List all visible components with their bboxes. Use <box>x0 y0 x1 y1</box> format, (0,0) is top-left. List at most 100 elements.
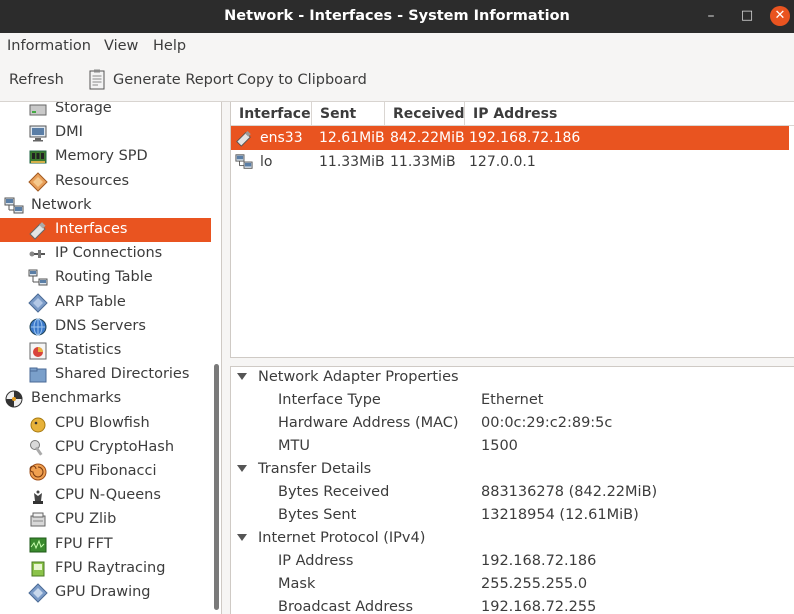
sidebar-item-label: Interfaces <box>55 221 128 237</box>
fft-icon <box>28 535 48 555</box>
sidebar-item-dns-servers[interactable]: DNS Servers <box>0 315 211 339</box>
column-received[interactable]: Received <box>385 102 465 126</box>
details-key: Interface Type <box>278 392 381 408</box>
zlib-icon <box>28 510 48 530</box>
sidebar-item-memory-spd[interactable]: Memory SPD <box>0 145 211 169</box>
details-value: 192.168.72.255 <box>481 599 597 614</box>
column-ip-address[interactable]: IP Address <box>465 102 794 126</box>
sidebar-item-label: GPU Drawing <box>55 584 151 600</box>
toolbar: Refresh Generate Report Copy to Clipboar… <box>0 61 794 102</box>
copy-to-clipboard-button[interactable]: Copy to Clipboard <box>237 72 367 88</box>
details-value: 1500 <box>481 438 518 454</box>
dns-servers-icon <box>28 317 48 337</box>
menu-view[interactable]: View <box>104 38 138 54</box>
sidebar-item-fpu-raytracing[interactable]: FPU Raytracing <box>0 557 211 581</box>
cell-ip-address: 192.168.72.186 <box>469 130 581 146</box>
sidebar-item-cpu-cryptohash[interactable]: CPU CryptoHash <box>0 436 211 460</box>
expander-arrow-icon[interactable] <box>237 534 247 541</box>
interface-icon <box>28 220 48 240</box>
sidebar-item-label: CPU Zlib <box>55 511 117 528</box>
sidebar-item-cpu-n-queens[interactable]: CPU N-Queens <box>0 484 211 508</box>
window-title: Network - Interfaces - System Informatio… <box>224 8 570 24</box>
menu-information[interactable]: Information <box>7 38 91 54</box>
title-bar[interactable]: Network - Interfaces - System Informatio… <box>0 0 794 33</box>
sidebar-item-label: CPU N-Queens <box>55 487 161 504</box>
raytracing-icon <box>28 559 48 579</box>
routing-table-icon <box>28 268 48 288</box>
sidebar-item-benchmarks[interactable]: Benchmarks <box>0 387 211 411</box>
cell-received: 11.33MiB <box>390 154 456 170</box>
details-row: IP Address 192.168.72.186 <box>231 551 794 574</box>
storage-icon <box>28 102 48 119</box>
sidebar-item-label: Network <box>31 196 92 213</box>
cell-sent: 12.61MiB <box>319 130 385 146</box>
sidebar-item-routing-table[interactable]: Routing Table <box>0 266 211 290</box>
close-button[interactable]: ✕ <box>770 6 790 26</box>
details-section-header[interactable]: Internet Protocol (IPv4) <box>231 528 794 551</box>
sidebar-scrollbar[interactable] <box>214 364 219 610</box>
details-key: Bytes Sent <box>278 507 357 523</box>
sidebar-item-cpu-zlib[interactable]: CPU Zlib <box>0 508 211 532</box>
column-interface[interactable]: Interface <box>231 102 312 126</box>
sidebar-item-label: FPU Raytracing <box>55 559 166 576</box>
details-key: Hardware Address (MAC) <box>278 415 459 431</box>
details-row: Hardware Address (MAC) 00:0c:29:c2:89:5c <box>231 413 794 436</box>
sidebar-item-label: Shared Directories <box>55 366 190 383</box>
dmi-icon <box>28 123 48 143</box>
network-icon <box>4 196 24 216</box>
ethernet-icon <box>235 129 253 147</box>
sidebar-item-label: Routing Table <box>55 269 153 286</box>
table-row[interactable]: ens33 12.61MiB 842.22MiB 192.168.72.186 <box>231 126 789 150</box>
sidebar-item-shared-directories[interactable]: Shared Directories <box>0 363 211 387</box>
details-section-header[interactable]: Transfer Details <box>231 459 794 482</box>
sidebar-item-label: Memory SPD <box>55 148 148 165</box>
interfaces-table[interactable]: Interface Sent Received IP Address ens33… <box>230 102 794 358</box>
sidebar-item-label: CPU Blowfish <box>55 414 150 431</box>
details-value: 13218954 (12.61MiB) <box>481 507 639 523</box>
sidebar-item-cpu-fibonacci[interactable]: CPU Fibonacci <box>0 460 211 484</box>
table-header: Interface Sent Received IP Address <box>231 102 794 126</box>
sidebar-item-statistics[interactable]: Statistics <box>0 339 211 363</box>
sidebar-item-label: Statistics <box>55 342 122 358</box>
details-section-header[interactable]: Network Adapter Properties <box>231 367 794 390</box>
minimize-button[interactable]: – <box>701 6 721 26</box>
arp-table-icon <box>28 292 48 313</box>
sidebar-item-label: CPU CryptoHash <box>55 438 175 455</box>
sidebar-item-arp-table[interactable]: ARP Table <box>0 291 211 315</box>
sidebar-item-fpu-fft[interactable]: FPU FFT <box>0 533 211 557</box>
details-section-title: Transfer Details <box>258 461 372 477</box>
sidebar-item-ip-connections[interactable]: IP Connections <box>0 242 211 266</box>
sidebar-item-storage[interactable]: Storage <box>0 102 211 121</box>
sidebar-tree[interactable]: Storage DMI Memory SPD Resources Network Inte… <box>0 102 222 614</box>
gpu-drawing-icon <box>28 583 48 603</box>
sidebar-item-label: ARP Table <box>55 293 126 310</box>
sidebar-item-label: DMI <box>55 124 83 141</box>
generate-report-button[interactable]: Generate Report <box>113 72 233 88</box>
nqueens-icon <box>28 486 48 506</box>
column-sent[interactable]: Sent <box>312 102 385 126</box>
details-section-title: Network Adapter Properties <box>258 369 459 385</box>
sidebar-item-label: IP Connections <box>55 245 163 262</box>
menu-bar: Information View Help <box>0 33 794 61</box>
sidebar-item-cpu-blowfish[interactable]: CPU Blowfish <box>0 412 211 436</box>
report-icon <box>89 69 105 90</box>
menu-help[interactable]: Help <box>153 38 186 54</box>
sidebar-item-gpu-drawing[interactable]: GPU Drawing <box>0 581 211 605</box>
sidebar-item-interfaces[interactable]: Interfaces <box>0 218 211 242</box>
details-key: MTU <box>278 438 310 454</box>
details-row: Mask 255.255.255.0 <box>231 574 794 597</box>
statistics-icon <box>28 341 48 361</box>
sidebar-item-network[interactable]: Network <box>0 194 211 218</box>
expander-arrow-icon[interactable] <box>237 465 247 472</box>
sidebar-item-dmi[interactable]: DMI <box>0 121 211 145</box>
blowfish-icon <box>28 414 48 434</box>
refresh-button[interactable]: Refresh <box>9 72 64 88</box>
cell-sent: 11.33MiB <box>319 154 385 170</box>
sidebar-item-resources[interactable]: Resources <box>0 170 211 194</box>
maximize-button[interactable]: □ <box>737 6 757 26</box>
details-key: Mask <box>278 576 316 592</box>
table-row[interactable]: lo 11.33MiB 11.33MiB 127.0.0.1 <box>231 150 789 174</box>
benchmarks-icon <box>4 389 24 409</box>
sidebar-item-label: Benchmarks <box>31 390 122 407</box>
expander-arrow-icon[interactable] <box>237 373 247 380</box>
